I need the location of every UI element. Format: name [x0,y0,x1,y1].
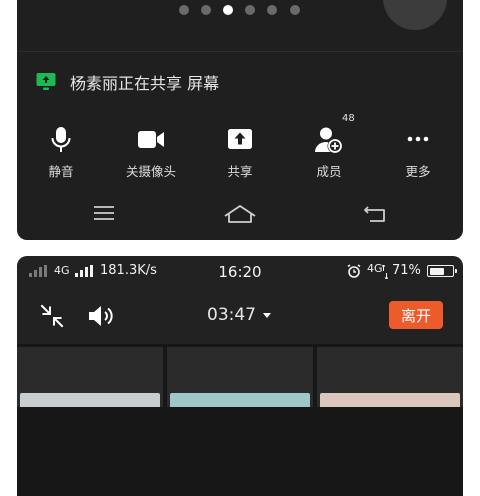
members-label: 成员 [316,164,342,179]
video-camera-icon [138,131,164,148]
more-label: 更多 [405,164,431,179]
speaker-icon[interactable] [88,305,114,327]
phone-screen: 4G 181.3K/s 16:20 4G 71% 03:47 离开 [17,256,463,496]
members-button[interactable]: 48 成员 [289,113,369,180]
call-toolbar: 03:47 离开 [17,294,463,338]
member-count-badge: 48 [342,113,355,124]
floating-round-button[interactable] [383,0,447,30]
microphone-icon [51,127,71,152]
more-dots-icon [407,136,429,142]
share-upload-icon [228,129,252,149]
page-dot[interactable] [290,5,300,15]
alarm-icon [347,264,361,278]
video-tile[interactable] [17,347,163,407]
battery-icon [427,265,457,277]
data-arrows-icon [382,265,388,279]
battery-percent: 71% [392,263,421,278]
video-tile[interactable] [317,347,463,407]
video-tile[interactable] [167,347,313,407]
screen-share-icon [36,73,56,90]
call-duration: 03:47 [207,305,256,325]
meeting-controls-panel: 杨素丽正在共享 屏幕 静音 关摄像头 共享 48 成员 更多 [17,0,463,240]
more-button[interactable]: 更多 [378,126,458,180]
home-icon[interactable] [223,204,257,224]
add-member-icon [315,127,343,154]
camera-off-button[interactable]: 关摄像头 [111,126,191,180]
mute-label: 静音 [48,164,74,179]
participant-thumbnail [170,393,310,407]
participant-thumbnail [320,393,460,407]
page-dot[interactable] [179,5,189,15]
share-button[interactable]: 共享 [200,126,280,180]
participant-thumbnail [20,393,160,407]
page-dot-active[interactable] [223,5,233,15]
back-icon[interactable] [363,204,387,224]
menu-icon[interactable] [93,204,115,222]
mute-button[interactable]: 静音 [21,126,101,180]
status-bar: 4G 181.3K/s 16:20 4G 71% [17,256,463,286]
share-status-text: 杨素丽正在共享 屏幕 [70,74,220,93]
minimize-icon[interactable] [40,304,64,328]
caret-down-icon[interactable] [262,312,272,319]
camera-off-label: 关摄像头 [125,164,176,179]
network-type-right: 4G [367,262,383,275]
screen-share-banner: 杨素丽正在共享 屏幕 [36,72,220,93]
divider [17,51,463,52]
share-label: 共享 [227,164,253,179]
page-dot[interactable] [245,5,255,15]
leave-button[interactable]: 离开 [389,301,443,329]
page-dot[interactable] [267,5,277,15]
page-dot[interactable] [201,5,211,15]
